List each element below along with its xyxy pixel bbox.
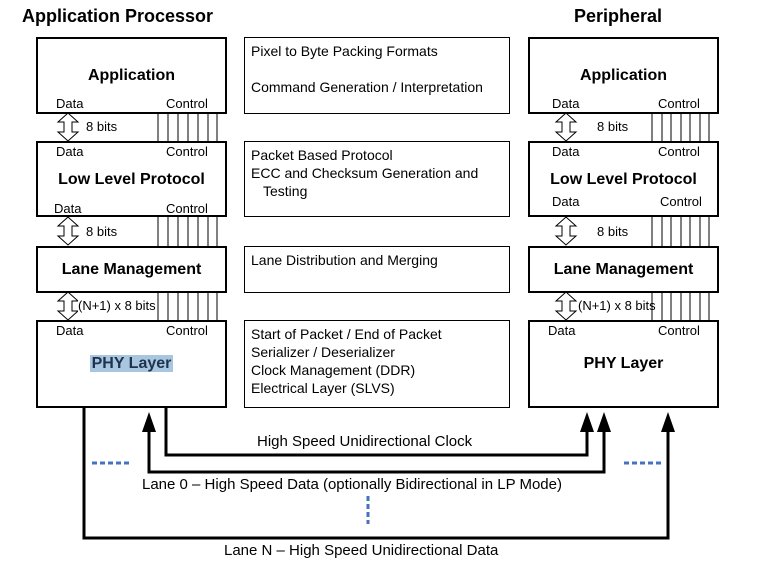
left-lane-management-title: Lane Management (61, 261, 202, 278)
lane0-signal-label: Lane 0 – High Speed Data (optionally Bid… (142, 476, 562, 493)
right-phy-title: PHY Layer (583, 355, 664, 372)
left-bits-label-3: (N+1) x 8 bits (78, 298, 156, 313)
description-line: Electrical Layer (SLVS) (251, 380, 395, 396)
right-llp-data-port-bottom: Data (552, 194, 580, 209)
control-bus-left-1 (157, 113, 218, 141)
left-phy-control-port: Control (166, 323, 208, 338)
description-line: Command Generation / Interpretation (251, 79, 483, 95)
right-lane-management-title: Lane Management (553, 261, 694, 278)
left-application-control-port: Control (166, 96, 208, 111)
data-arrow-left-3 (57, 291, 79, 321)
description-line: Start of Packet / End of Packet (251, 326, 442, 342)
left-phy-title-highlighted[interactable]: PHY Layer (89, 355, 174, 372)
right-llp-title: Low Level Protocol (550, 171, 697, 188)
description-line: Clock Management (DDR) (251, 362, 416, 378)
right-llp-control-port-top: Control (658, 144, 700, 159)
left-llp-title: Low Level Protocol (58, 171, 205, 188)
right-application-title: Application (579, 67, 668, 84)
right-llp-data-port-top: Data (552, 144, 580, 159)
description-lane-management: Lane Distribution and Merging (244, 246, 510, 293)
right-application-data-port: Data (552, 96, 580, 111)
description-line: ECC and Checksum Generation and (251, 165, 479, 181)
right-bits-label-1: 8 bits (597, 119, 629, 134)
left-llp-data-port-top: Data (56, 144, 84, 159)
data-arrow-left-2 (57, 216, 79, 246)
left-bits-label-1: 8 bits (86, 119, 118, 134)
control-bus-left-2 (157, 216, 218, 246)
left-llp-data-port-bottom: Data (54, 201, 82, 216)
control-bus-left-3 (157, 292, 218, 320)
laneN-signal-label: Lane N – High Speed Unidirectional Data (224, 542, 499, 559)
description-line: Lane Distribution and Merging (251, 252, 438, 268)
description-line: Packet Based Protocol (251, 147, 393, 163)
description-line: Serializer / Deserializer (251, 344, 395, 360)
left-llp-control-port-top: Control (166, 144, 208, 159)
right-lane-management-box: Lane Management (528, 246, 719, 293)
control-bus-right-2 (651, 216, 710, 246)
right-bits-label-3: (N+1) x 8 bits (578, 298, 656, 313)
left-phy-layer-box: Data Control PHY Layer (36, 320, 227, 408)
right-llp-control-port-bottom: Control (660, 194, 702, 209)
right-phy-control-port: Control (658, 323, 700, 338)
left-application-box: Application Data Control (36, 37, 227, 114)
control-bus-right-1 (651, 113, 710, 141)
left-llp-control-port-bottom: Control (166, 201, 208, 216)
description-line: Pixel to Byte Packing Formats (251, 43, 438, 59)
description-phy-layer: Start of Packet / End of Packet Serializ… (244, 320, 510, 408)
left-phy-data-port: Data (56, 323, 84, 338)
right-application-control-port: Control (658, 96, 700, 111)
right-phy-data-port: Data (548, 323, 576, 338)
left-lane-management-box: Lane Management (36, 246, 227, 293)
data-arrow-right-1 (555, 112, 577, 142)
clock-signal-label: High Speed Unidirectional Clock (257, 433, 473, 450)
right-application-box: Application Data Control (528, 37, 719, 114)
data-arrow-right-3 (555, 291, 577, 321)
data-arrow-right-2 (555, 216, 577, 246)
description-line (251, 60, 503, 78)
data-arrow-left-1 (57, 112, 79, 142)
right-low-level-protocol-box: Data Control Low Level Protocol Data Con… (528, 141, 719, 217)
left-application-data-port: Data (56, 96, 84, 111)
description-low-level-protocol: Packet Based Protocol ECC and Checksum G… (244, 141, 510, 217)
control-bus-right-3 (651, 292, 710, 320)
right-phy-layer-box: Data Control PHY Layer (528, 320, 719, 408)
right-bits-label-2: 8 bits (597, 224, 629, 239)
description-application: Pixel to Byte Packing Formats Command Ge… (244, 37, 510, 114)
left-bits-label-2: 8 bits (86, 224, 118, 239)
description-line: Testing (263, 183, 308, 199)
left-application-title: Application (87, 67, 176, 84)
left-low-level-protocol-box: Data Control Low Level Protocol Data Con… (36, 141, 227, 217)
